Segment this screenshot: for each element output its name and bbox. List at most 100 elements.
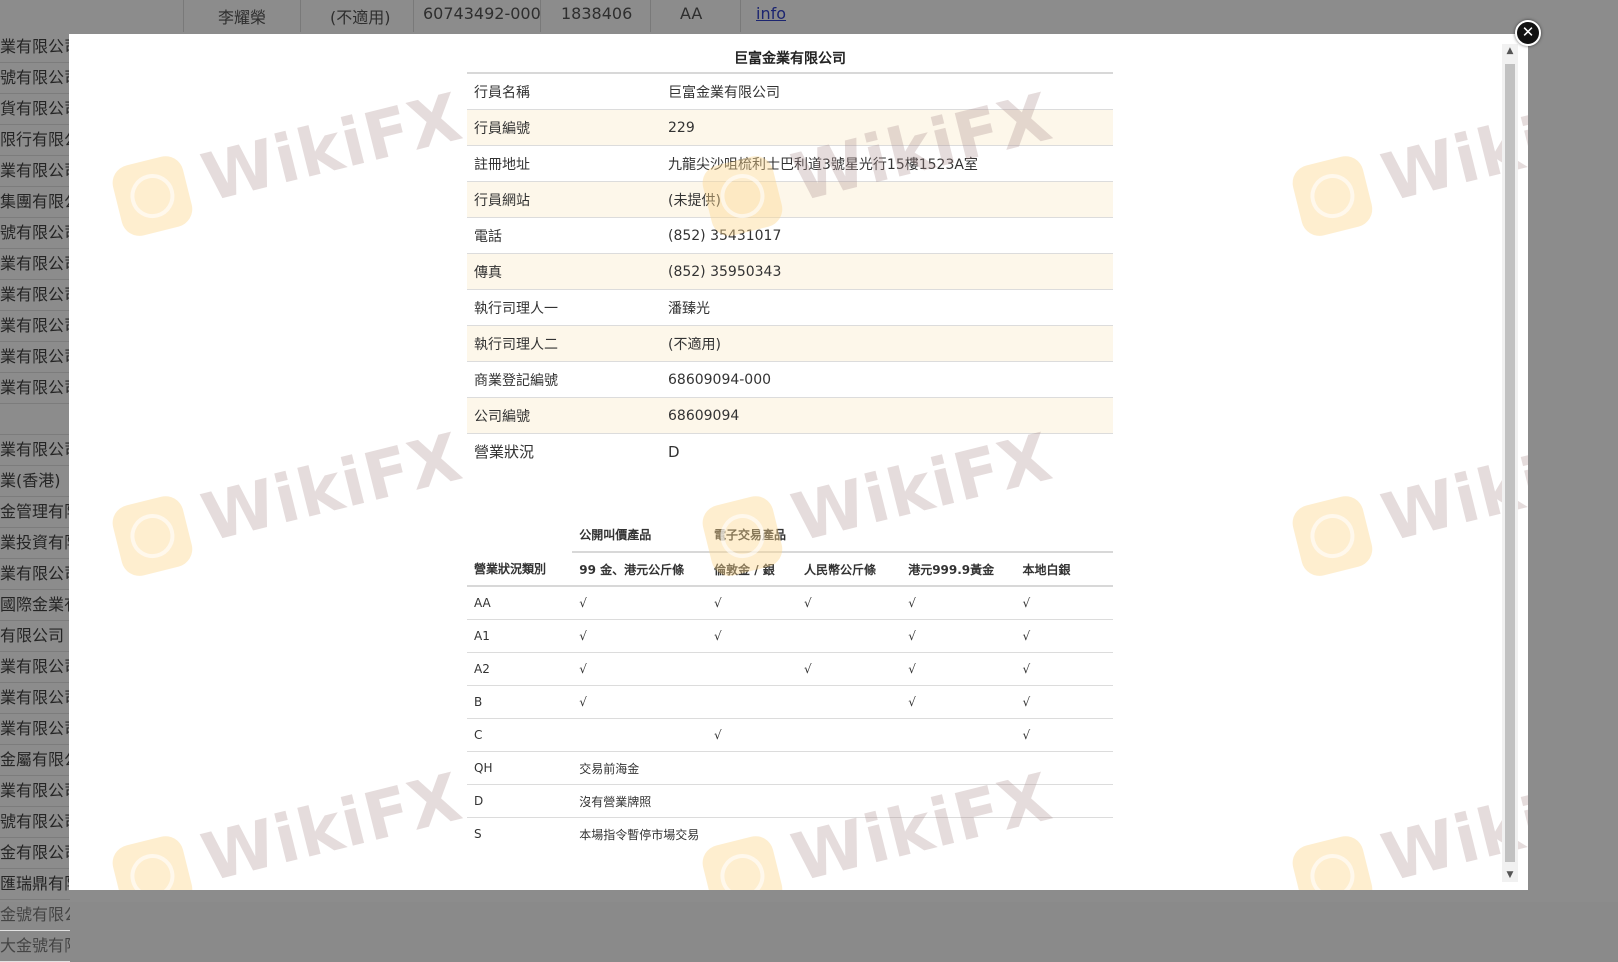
status-check-cell: √ xyxy=(901,586,1016,620)
status-check-cell: √ xyxy=(796,586,902,620)
status-check-cell xyxy=(796,718,902,752)
info-value: 68609094 xyxy=(661,397,1113,434)
info-value: 229 xyxy=(661,109,1113,146)
status-check-cell: √ xyxy=(1015,718,1113,752)
status-code: D xyxy=(467,784,573,818)
status-desc: 沒有營業牌照 xyxy=(572,784,1113,818)
status-desc: 交易前海金 xyxy=(572,751,1113,785)
info-row: 行員網站 (未提供) xyxy=(467,181,1113,218)
status-desc-row: QH 交易前海金 xyxy=(467,751,1113,785)
status-check-cell: √ xyxy=(707,718,797,752)
info-value: (852) 35431017 xyxy=(661,217,1113,254)
info-label: 傳真 xyxy=(467,253,661,290)
scroll-thumb[interactable] xyxy=(1505,64,1515,862)
status-code: AA xyxy=(467,586,573,620)
business-status-table: 公開叫價產品 電子交易產品 營業狀況類別 99 金、港元公斤條 倫敦金 / 銀人民幣… xyxy=(467,517,1113,850)
status-check-cell: √ xyxy=(572,652,708,686)
status-header-cell: 本地白銀 xyxy=(1015,552,1113,587)
modal-scrollbar[interactable]: ▲ ▼ xyxy=(1502,44,1518,882)
status-header-cell: 港元999.9黃金 xyxy=(901,552,1016,587)
wikifx-watermark: WikiFX xyxy=(107,418,469,590)
status-check-cell: √ xyxy=(1015,586,1113,620)
bg-list-item[interactable]: 大金號有限 xyxy=(0,931,70,962)
info-row: 傳真 (852) 35950343 xyxy=(467,253,1113,290)
status-desc: 本場指令暫停市場交易 xyxy=(579,827,700,842)
status-check-cell: √ xyxy=(572,685,708,719)
info-label: 執行司理人一 xyxy=(467,289,661,326)
status-check-cell xyxy=(707,685,797,719)
wikifx-watermark: WikiFX xyxy=(1287,418,1528,590)
status-row: AA √ √ √ √ √ xyxy=(467,586,1113,620)
info-value: D xyxy=(668,442,680,461)
info-label: 行員編號 xyxy=(467,109,661,146)
status-check-cell: √ xyxy=(1015,685,1113,719)
modal-content: 巨富金業有限公司 行員名稱 巨富金業有限公司 行員編號 229 註冊地址 九龍尖沙咀梳利士… xyxy=(467,34,1113,850)
wikifx-logo-icon xyxy=(108,492,197,580)
scroll-down-arrow-icon[interactable]: ▼ xyxy=(1502,868,1518,882)
info-row: 商業登記編號 68609094-000 xyxy=(467,361,1113,398)
close-button[interactable]: ✕ xyxy=(1515,20,1541,46)
wikifx-logo-icon xyxy=(1288,152,1377,240)
info-value: (不適用) xyxy=(661,325,1113,362)
status-check-cell: √ xyxy=(572,586,708,620)
status-code: A1 xyxy=(467,619,573,653)
status-code: S xyxy=(474,827,482,841)
info-row: 公司編號 68609094 xyxy=(467,397,1113,434)
info-value: 巨富金業有限公司 xyxy=(661,73,1113,110)
status-group-public: 公開叫價產品 xyxy=(572,517,708,553)
scroll-up-arrow-icon[interactable]: ▲ xyxy=(1502,44,1518,58)
status-header-row: 營業狀況類別 99 金、港元公斤條 倫敦金 / 銀人民幣公斤條 港元999.9黃金 本地… xyxy=(467,552,1113,587)
info-row: 營業狀況 D xyxy=(467,434,1113,470)
wikifx-watermark: WikiFX xyxy=(1287,758,1528,890)
info-row: 行員編號 229 xyxy=(467,109,1113,146)
wikifx-watermark: WikiFX xyxy=(1287,78,1528,250)
info-row: 執行司理人一 潘臻光 xyxy=(467,289,1113,326)
member-detail-modal: 巨富金業有限公司 行員名稱 巨富金業有限公司 行員編號 229 註冊地址 九龍尖沙咀梳利士… xyxy=(69,34,1528,890)
wikifx-logo-icon xyxy=(1288,832,1377,890)
status-check-cell: √ xyxy=(901,652,1016,686)
status-row: A1 √ √ √ √ xyxy=(467,619,1113,653)
info-value: 潘臻光 xyxy=(661,289,1113,326)
status-check-cell: √ xyxy=(1015,619,1113,653)
status-code: A2 xyxy=(467,652,573,686)
status-check-cell: √ xyxy=(796,652,902,686)
info-label: 營業狀況 xyxy=(474,443,535,461)
status-check-cell: √ xyxy=(901,685,1016,719)
status-check-cell xyxy=(796,619,902,653)
status-code: C xyxy=(467,718,573,752)
status-check-cell xyxy=(901,718,1016,752)
status-desc-row: D 沒有營業牌照 xyxy=(467,784,1113,818)
status-check-cell: √ xyxy=(707,619,797,653)
status-group-empty xyxy=(467,517,572,552)
status-group-row: 公開叫價產品 電子交易產品 xyxy=(467,517,1113,553)
status-group-electronic: 電子交易產品 xyxy=(707,517,1113,553)
status-check-cell: √ xyxy=(572,619,708,653)
wikifx-watermark: WikiFX xyxy=(107,758,469,890)
wikifx-logo-icon xyxy=(1288,492,1377,580)
info-label: 商業登記編號 xyxy=(467,361,661,398)
info-row: 註冊地址 九龍尖沙咀梳利士巴利道3號星光行15樓1523A室 xyxy=(467,145,1113,182)
info-label: 行員網站 xyxy=(467,181,661,218)
status-header-cell: 營業狀況類別 xyxy=(467,552,573,587)
member-info-table: 行員名稱 巨富金業有限公司 行員編號 229 註冊地址 九龍尖沙咀梳利士巴利道3號星光行1… xyxy=(467,72,1113,469)
wikifx-watermark: WikiFX xyxy=(107,78,469,250)
status-check-cell: √ xyxy=(901,619,1016,653)
info-value: (未提供) xyxy=(661,181,1113,218)
info-row: 行員名稱 巨富金業有限公司 xyxy=(467,73,1113,110)
status-header-cell: 人民幣公斤條 xyxy=(796,552,902,587)
status-row: C √ √ xyxy=(467,718,1113,752)
bg-list-item[interactable]: 金號有限公 xyxy=(0,900,70,931)
status-check-cell: √ xyxy=(707,586,797,620)
info-value: 68609094-000 xyxy=(661,361,1113,398)
info-row: 執行司理人二 (不適用) xyxy=(467,325,1113,362)
status-code: QH xyxy=(467,751,573,785)
status-desc-row: S 本場指令暫停市場交易 xyxy=(467,818,1113,851)
status-check-cell xyxy=(707,652,797,686)
status-row: B √ √ √ xyxy=(467,685,1113,719)
info-label: 公司編號 xyxy=(467,397,661,434)
info-label: 電話 xyxy=(467,217,661,254)
status-code: B xyxy=(467,685,573,719)
info-label: 註冊地址 xyxy=(467,145,661,182)
status-row: A2 √ √ √ √ xyxy=(467,652,1113,686)
info-row: 電話 (852) 35431017 xyxy=(467,217,1113,254)
